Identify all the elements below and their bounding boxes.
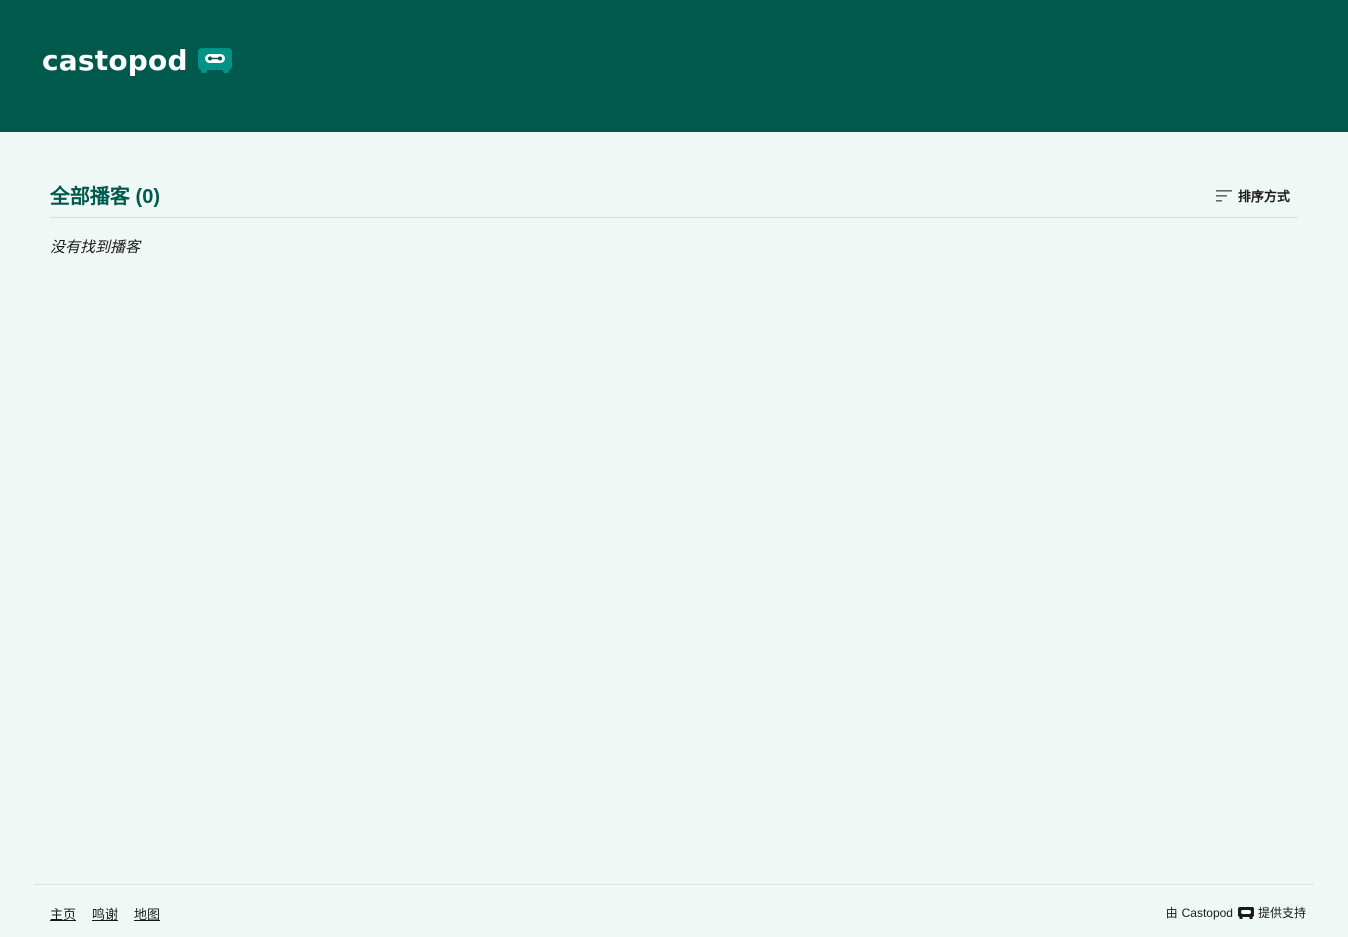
- footer-link-credits[interactable]: 鸣谢: [92, 904, 118, 923]
- empty-message: 没有找到播客: [50, 239, 141, 256]
- logo-text: castopod: [42, 44, 188, 77]
- footer-link-map[interactable]: 地图: [134, 904, 160, 923]
- powered-prefix: 由: [1165, 906, 1178, 920]
- footer-nav: 主页 鸣谢 地图: [50, 904, 160, 923]
- footer-link-home[interactable]: 主页: [50, 904, 76, 923]
- castopod-mini-icon: [1237, 906, 1254, 919]
- sort-button[interactable]: 排序方式: [1215, 186, 1290, 205]
- sort-label: 排序方式: [1237, 189, 1290, 204]
- castopod-logo-link[interactable]: castopod: [42, 44, 232, 77]
- main-content: 全部播客 (0) 排序方式 没有找到播客: [50, 170, 1298, 257]
- sort-lines-icon: [1215, 189, 1232, 202]
- page-title: 全部播客 (0): [50, 186, 160, 208]
- site-header: castopod: [0, 0, 1348, 132]
- powered-by: 由 Castopod 提供支持: [1166, 904, 1306, 921]
- castopod-link[interactable]: Castopod: [1182, 906, 1233, 920]
- site-footer: 主页 鸣谢 地图 由 Castopod 提供支持: [34, 884, 1314, 937]
- title-row: 全部播客 (0) 排序方式: [50, 170, 1298, 218]
- castopod-robot-icon: [197, 47, 232, 73]
- powered-suffix: 提供支持: [1257, 906, 1306, 920]
